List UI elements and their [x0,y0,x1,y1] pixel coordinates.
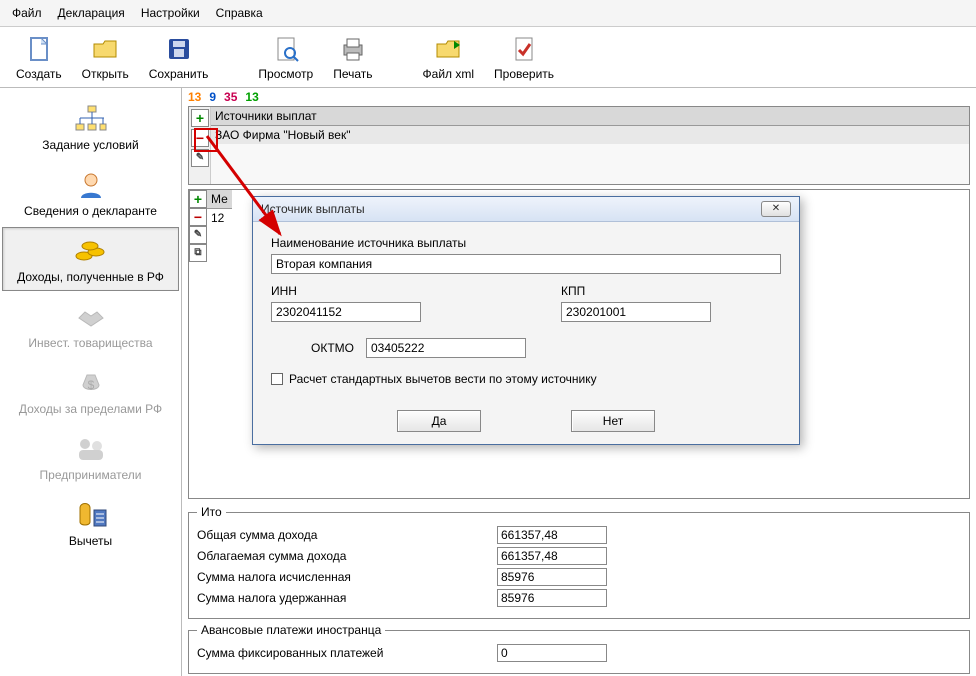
copy-income-button[interactable]: ⧉ [189,244,207,262]
standard-deduction-label: Расчет стандартных вычетов вести по этом… [289,372,597,386]
menu-file[interactable]: Файл [6,3,48,23]
svg-text:$: $ [87,378,94,392]
advance-legend: Авансовые платежи иностранца [197,623,385,637]
tax-held-field[interactable] [497,589,607,607]
source-name-label: Наименование источника выплаты [271,236,781,250]
print-icon [337,33,369,65]
delete-income-button[interactable]: − [189,208,207,226]
kpp-input[interactable] [561,302,711,322]
sources-panel: + − ✎ Источники выплат ЗАО Фирма "Новый … [188,106,970,185]
rate-tab-13[interactable]: 13 [188,90,201,104]
add-income-button[interactable]: + [189,190,207,208]
people-icon [73,432,109,466]
sidebar-item-abroad[interactable]: $ Доходы за пределами РФ [2,359,179,423]
month-row[interactable]: 12 [207,209,232,227]
sidebar-item-declarant[interactable]: Сведения о декларанте [2,161,179,225]
edit-income-button[interactable]: ✎ [189,226,207,244]
taxable-income-label: Облагаемая сумма дохода [197,549,497,563]
fixed-payments-field[interactable] [497,644,607,662]
total-income-field[interactable] [497,526,607,544]
preview-icon [270,33,302,65]
payment-source-dialog: Источник выплаты ✕ Наименование источник… [252,196,800,445]
moneybag-icon: $ [73,366,109,400]
dialog-no-button[interactable]: Нет [571,410,655,432]
preview-button[interactable]: Просмотр [248,31,323,83]
sidebar-item-deductions[interactable]: Вычеты [2,491,179,555]
save-button[interactable]: Сохранить [139,31,219,83]
toolbar: Создать Открыть Сохранить Просмотр Печат… [0,27,976,88]
folder-open-icon [89,33,121,65]
total-income-label: Общая сумма дохода [197,528,497,542]
delete-source-button[interactable]: − [191,129,209,147]
dialog-yes-button[interactable]: Да [397,410,481,432]
rate-tab-35[interactable]: 35 [224,90,237,104]
calc-icon [73,498,109,532]
save-icon [163,33,195,65]
source-row[interactable]: ЗАО Фирма "Новый век" [211,126,969,144]
menu-help[interactable]: Справка [210,3,269,23]
sidebar-item-conditions[interactable]: Задание условий [2,95,179,159]
rate-tab-9[interactable]: 9 [209,90,216,104]
tree-icon [73,102,109,136]
section-sidebar: Задание условий Сведения о декларанте До… [0,88,182,676]
sidebar-item-income-rf[interactable]: Доходы, полученные в РФ [2,227,179,291]
months-header: Ме [207,190,232,209]
create-button[interactable]: Создать [6,31,72,83]
sidebar-item-entrepreneur[interactable]: Предприниматели [2,425,179,489]
add-source-button[interactable]: + [191,109,209,127]
print-button[interactable]: Печать [323,31,382,83]
kpp-label: КПП [561,284,781,298]
tax-held-label: Сумма налога удержанная [197,591,497,605]
sidebar-item-invest[interactable]: Инвест. товарищества [2,293,179,357]
open-button[interactable]: Открыть [72,31,139,83]
rate-tabs: 13 9 35 13 [182,88,976,106]
new-file-icon [23,33,55,65]
totals-group: Ито Общая сумма дохода Облагаемая сумма … [188,505,970,619]
coins-icon [73,234,109,268]
rate-tab-13b[interactable]: 13 [245,90,258,104]
person-icon [73,168,109,202]
check-icon [508,33,540,65]
tax-calc-field[interactable] [497,568,607,586]
totals-legend: Ито [197,505,226,519]
taxable-income-field[interactable] [497,547,607,565]
tax-calc-label: Сумма налога исчисленная [197,570,497,584]
source-name-input[interactable] [271,254,781,274]
edit-source-button[interactable]: ✎ [191,149,209,167]
menu-bar: Файл Декларация Настройки Справка [0,0,976,27]
oktmo-input[interactable] [366,338,526,358]
inn-label: ИНН [271,284,491,298]
dialog-close-button[interactable]: ✕ [761,201,791,217]
dialog-title: Источник выплаты [261,202,365,216]
handshake-icon [73,300,109,334]
check-button[interactable]: Проверить [484,31,564,83]
inn-input[interactable] [271,302,421,322]
menu-settings[interactable]: Настройки [135,3,206,23]
xml-button[interactable]: Файл xml [413,31,485,83]
oktmo-label: ОКТМО [311,341,354,355]
advance-group: Авансовые платежи иностранца Сумма фикси… [188,623,970,674]
xml-export-icon [432,33,464,65]
sources-header: Источники выплат [211,107,969,126]
standard-deduction-checkbox[interactable] [271,373,283,385]
menu-declaration[interactable]: Декларация [52,3,131,23]
